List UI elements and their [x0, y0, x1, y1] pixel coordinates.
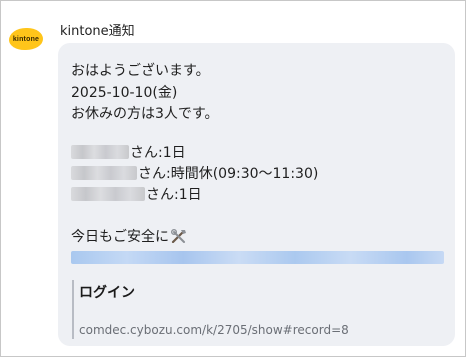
absence-detail: さん:1日 [130, 145, 186, 161]
absence-row: さん:1日 [71, 143, 186, 161]
link-preview-url[interactable]: comdec.cybozu.com/k/2705/show#record=8 [79, 323, 349, 337]
kintone-logo-icon: kintone [9, 28, 43, 50]
link-preview-bar [72, 280, 74, 339]
avatar[interactable]: kintone [7, 20, 45, 58]
closing-line: 今日もご安全に [71, 226, 187, 246]
greeting-text: おはようございます。 [71, 63, 210, 79]
absence-row: さん:時間休(09:30～11:30) [71, 164, 318, 182]
link-preview-title[interactable]: ログイン [79, 282, 135, 302]
summary-text: お休みの方は3人です。 [71, 106, 219, 122]
avatar-logo-text: kintone [12, 35, 40, 43]
sender-name[interactable]: kintone通知 [60, 20, 135, 39]
date-text: 2025-10-10(金) [71, 85, 178, 101]
redacted-name [71, 187, 145, 201]
absence-row: さん:1日 [71, 185, 202, 203]
absence-detail: さん:時間休(09:30～11:30) [138, 166, 319, 182]
tools-icon [171, 229, 186, 243]
redacted-name [71, 166, 137, 180]
closing-text: 今日もご安全に [71, 229, 169, 245]
redacted-link[interactable] [71, 251, 444, 264]
message-bubble: おはようございます。 2025-10-10(金) お休みの方は3人です。 さん:… [58, 43, 455, 346]
redacted-name [71, 145, 129, 159]
absence-detail: さん:1日 [146, 187, 202, 203]
